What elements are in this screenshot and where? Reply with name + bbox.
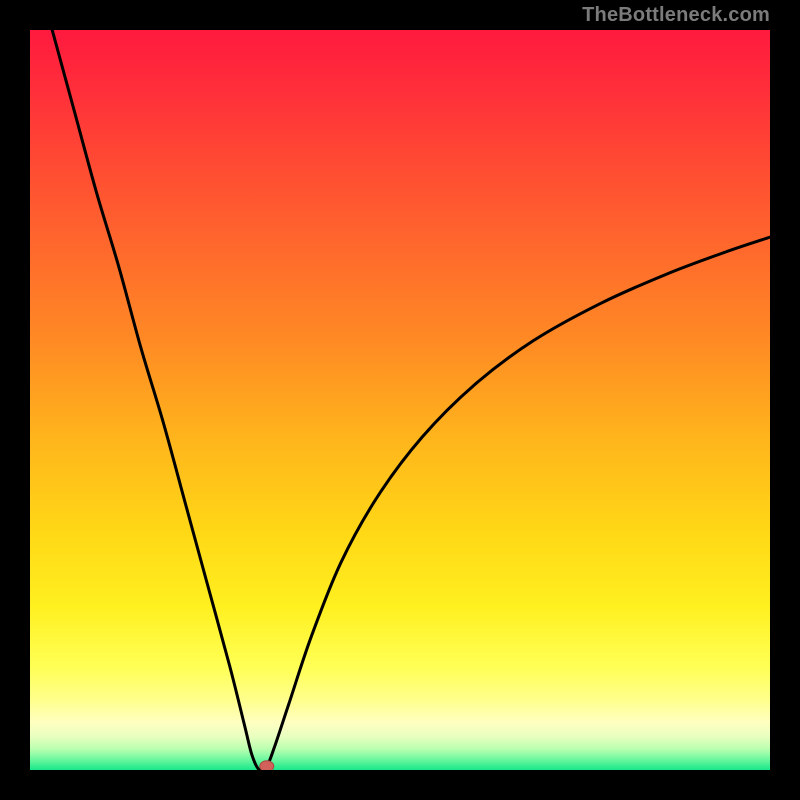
- watermark-text: TheBottleneck.com: [582, 4, 770, 27]
- chart-frame: TheBottleneck.com: [0, 0, 800, 800]
- bottleneck-curve: [52, 30, 770, 770]
- curve-layer: [30, 30, 770, 770]
- optimal-point-marker: [260, 761, 274, 770]
- plot-area: [30, 30, 770, 770]
